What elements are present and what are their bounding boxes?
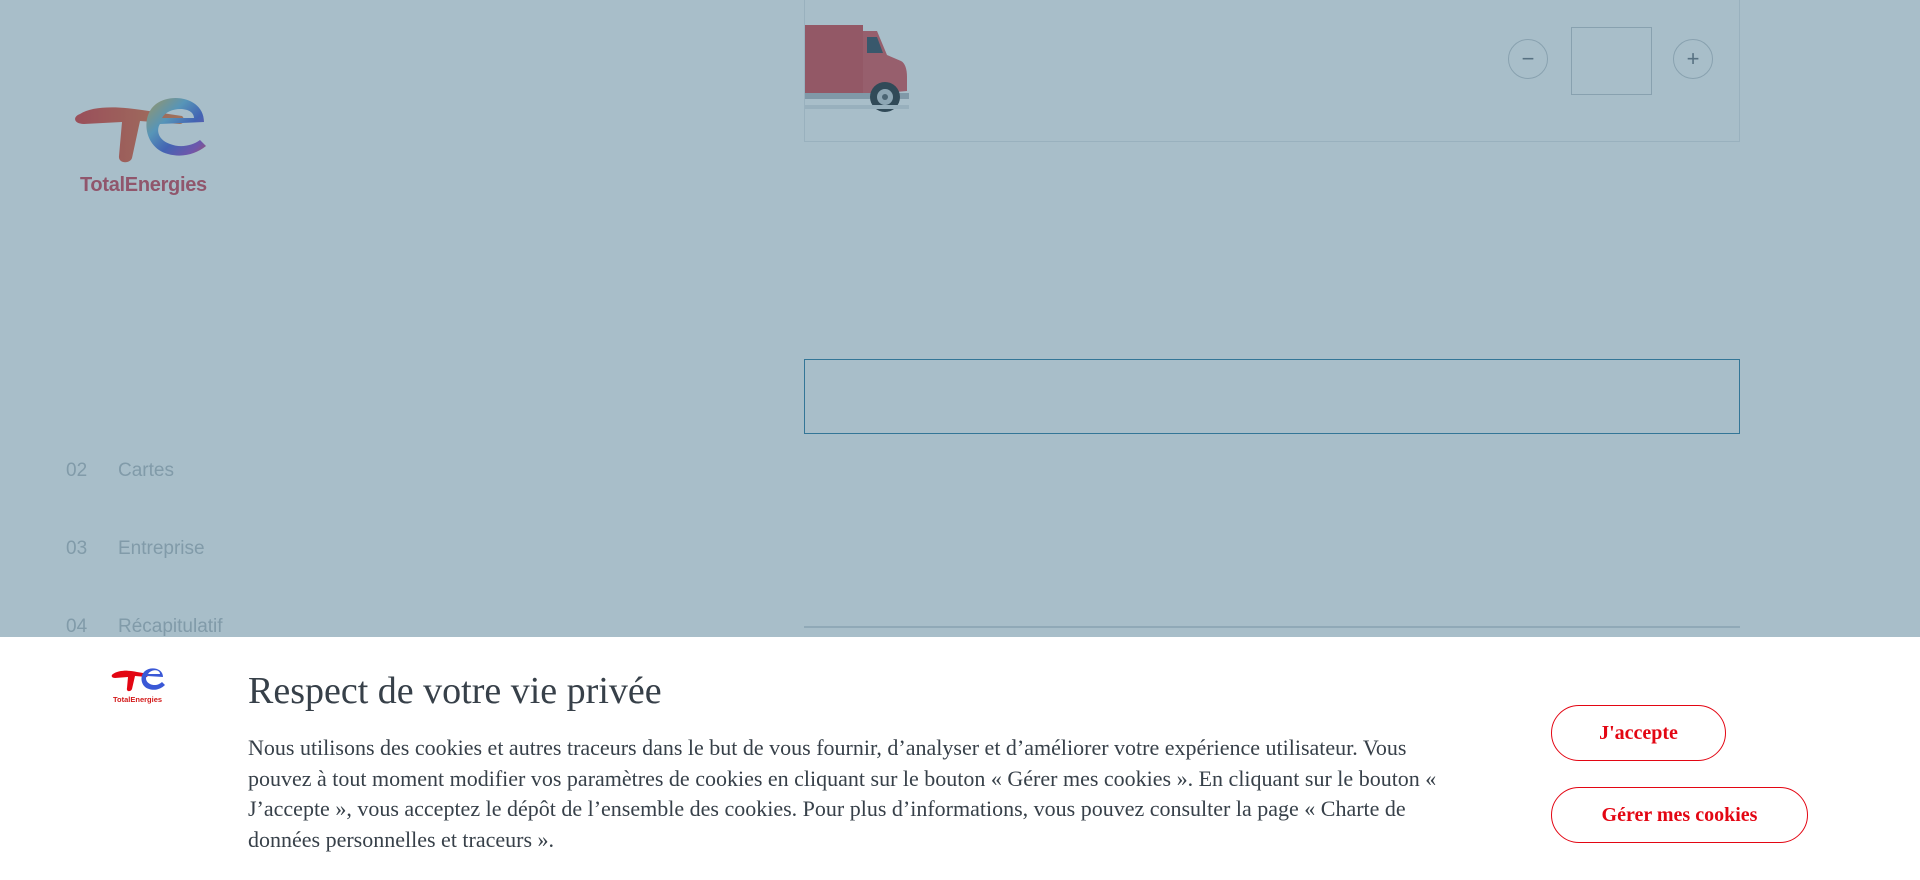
banner-logo-wordmark: TotalEnergies xyxy=(113,695,163,704)
logo-mark-icon xyxy=(111,668,165,692)
accept-cookies-button[interactable]: J'accepte xyxy=(1551,705,1726,761)
manage-cookies-button[interactable]: Gérer mes cookies xyxy=(1551,787,1808,843)
cookie-banner-text: Nous utilisons des cookies et autres tra… xyxy=(248,735,1437,852)
cookie-banner-title: Respect de votre vie privée xyxy=(248,670,662,712)
banner-totalenergies-logo: TotalEnergies xyxy=(111,665,167,707)
cookie-banner: TotalEnergies Respect de votre vie privé… xyxy=(0,637,1920,880)
